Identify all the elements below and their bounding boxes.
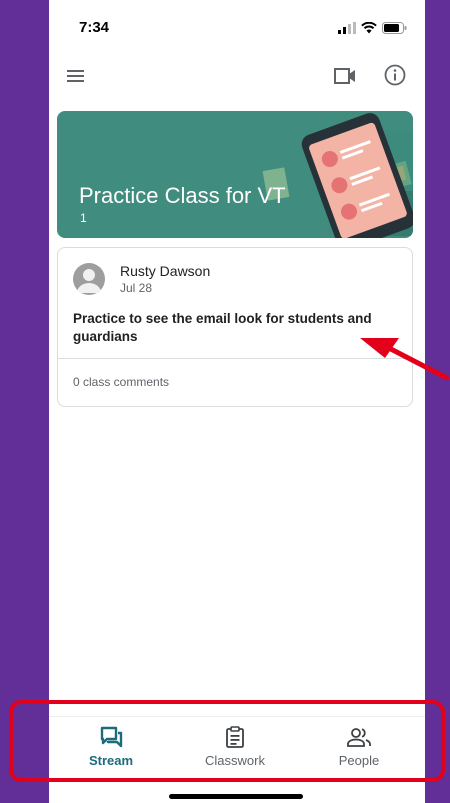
status-icons [338, 22, 407, 34]
home-indicator [169, 794, 303, 799]
phone-screen: 7:34 Practice Class for VT 1 Rusty Dawso… [49, 0, 425, 803]
post-date: Jul 28 [120, 281, 153, 295]
announcement-card[interactable]: Rusty Dawson Jul 28 Practice to see the … [57, 247, 413, 407]
bottom-nav-highlight [9, 700, 445, 782]
video-call-icon[interactable] [332, 64, 358, 88]
post-text: Practice to see the email look for stude… [73, 311, 372, 344]
battery-icon [382, 22, 407, 34]
status-bar: 7:34 [49, 0, 425, 56]
menu-icon[interactable] [65, 65, 87, 87]
class-comments-link[interactable]: 0 class comments [73, 375, 169, 389]
class-banner[interactable]: Practice Class for VT 1 [57, 111, 413, 238]
class-section: 1 [80, 211, 87, 225]
signal-icon [338, 22, 356, 34]
status-time: 7:34 [79, 19, 110, 36]
app-bar [49, 56, 425, 96]
phone-illustration [262, 113, 413, 238]
post-author: Rusty Dawson [120, 263, 211, 279]
red-arrow-annotation [360, 338, 450, 380]
avatar [73, 263, 105, 295]
person-icon [77, 269, 101, 293]
wifi-icon [361, 22, 377, 34]
class-name: Practice Class for VT [79, 183, 286, 208]
info-icon[interactable] [383, 63, 407, 87]
